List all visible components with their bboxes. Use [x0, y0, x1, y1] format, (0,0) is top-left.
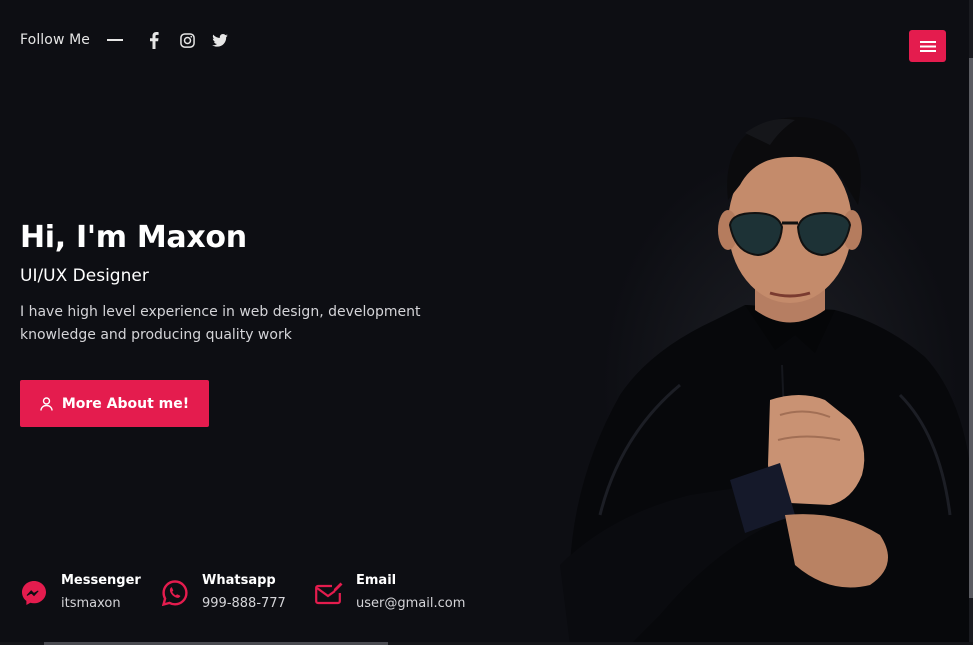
contact-value: user@gmail.com — [356, 596, 466, 611]
whatsapp-icon — [161, 579, 189, 607]
twitter-icon[interactable] — [211, 31, 230, 50]
facebook-icon[interactable] — [145, 31, 164, 50]
follow-me-bar: Follow Me — [20, 30, 230, 50]
hero-title: Hi, I'm Maxon — [20, 220, 247, 255]
hero-section: Hi, I'm Maxon UI/UX Designer I have high… — [20, 218, 490, 347]
messenger-icon — [20, 579, 48, 607]
hero-subtitle: UI/UX Designer — [20, 266, 149, 286]
contact-whatsapp[interactable]: Whatsapp 999-888-777 — [161, 572, 315, 613]
contact-email[interactable]: Email user@gmail.com — [315, 572, 515, 613]
vertical-scrollbar-thumb[interactable] — [969, 58, 973, 598]
email-icon — [315, 579, 343, 607]
contact-value: 999-888-777 — [202, 596, 286, 611]
menu-button[interactable] — [909, 30, 946, 62]
more-about-me-label: More About me! — [61, 395, 190, 412]
contact-title: Messenger — [61, 573, 141, 588]
follow-me-label: Follow Me — [20, 32, 90, 48]
more-about-me-button[interactable]: More About me! — [20, 380, 209, 427]
vertical-scrollbar[interactable] — [969, 0, 973, 645]
hero-description: I have high level experience in web desi… — [20, 304, 421, 343]
user-icon — [40, 396, 53, 411]
portfolio-page: Follow Me Hi, I'm Maxon UI/UX Designer I… — [0, 0, 973, 645]
site-header: Follow Me — [0, 0, 973, 80]
hamburger-menu-icon — [919, 40, 936, 52]
social-links — [145, 31, 230, 50]
contact-messenger[interactable]: Messenger itsmaxon — [20, 572, 161, 613]
contact-title: Email — [356, 573, 397, 588]
profile-portrait — [560, 116, 973, 645]
contact-list: Messenger itsmaxon Whatsapp 999-888-777 … — [20, 572, 515, 613]
contact-value: itsmaxon — [61, 596, 121, 611]
follow-dash-divider — [106, 39, 123, 41]
instagram-icon[interactable] — [178, 31, 197, 50]
contact-title: Whatsapp — [202, 573, 276, 588]
